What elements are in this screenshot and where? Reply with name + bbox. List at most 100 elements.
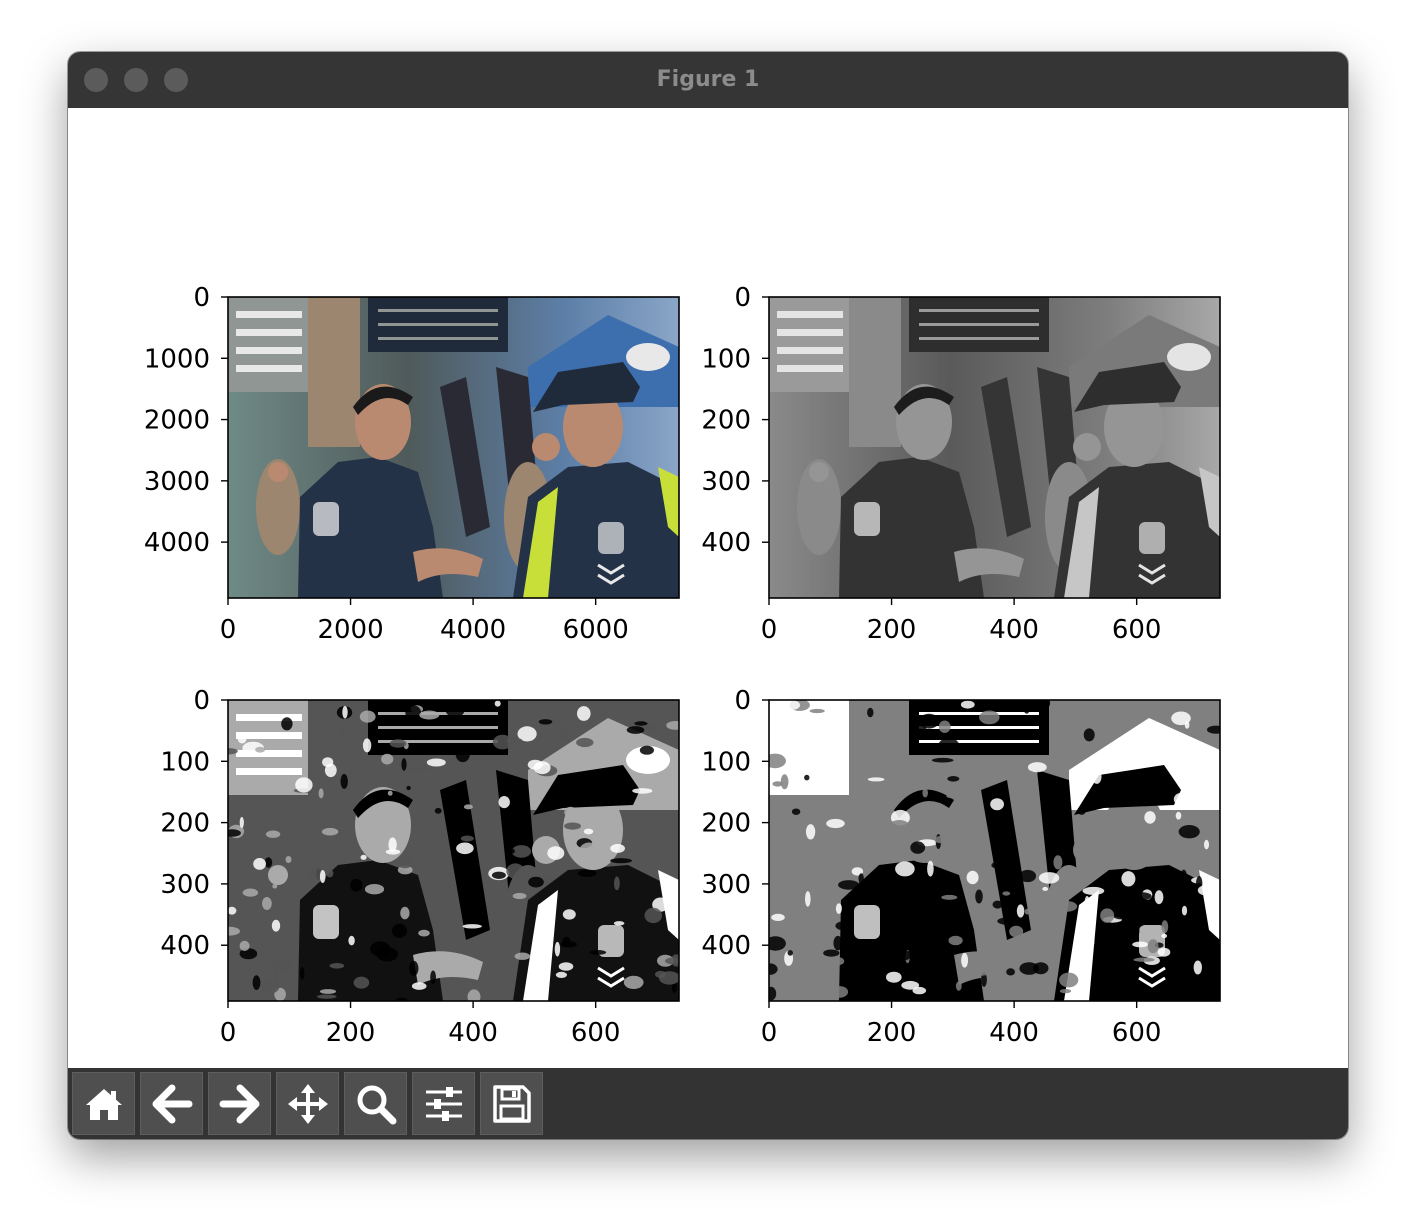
photo-posterize-patch: [387, 790, 393, 796]
photo-posterize-patch: [562, 909, 576, 920]
photo-posterize-patch: [1173, 792, 1189, 806]
y-tick-label: 400: [701, 931, 751, 961]
subplot-axes[interactable]: 0 2000 4000 6000 0 1000 2000 3000 4000: [144, 283, 680, 645]
photo-posterize-patch: [941, 894, 958, 900]
photo-posterize-patch: [1166, 852, 1182, 865]
photo-posterize-patch: [510, 848, 515, 854]
navigation-toolbar: [68, 1068, 1348, 1139]
photo-bystander-head: [532, 433, 560, 461]
photo-posterize-patch: [1024, 908, 1030, 915]
photo-posterize-patch: [1168, 928, 1185, 938]
photo-facade-line: [919, 740, 1039, 743]
photo-posterize-patch: [316, 994, 337, 999]
photo-posterize-patch: [228, 829, 241, 837]
x-tick-label: 0: [220, 615, 237, 645]
photo-officer-left-badge: [313, 905, 339, 939]
photo-posterize-patch: [979, 710, 1000, 725]
photo-posterize-patch: [895, 838, 910, 843]
photo-posterize-patch: [791, 808, 801, 815]
photo-posterize-patch: [1171, 711, 1191, 726]
photo-posterize-patch: [271, 958, 292, 972]
zoom-button[interactable]: [344, 1072, 407, 1135]
forward-button[interactable]: [208, 1072, 271, 1135]
x-tick-label: 4000: [440, 615, 506, 645]
photo-posterize-patch: [564, 806, 577, 818]
y-tick-label: 100: [160, 747, 210, 777]
photo-posterize-patch: [321, 827, 339, 836]
photo-facade-line: [378, 337, 498, 340]
back-button[interactable]: [140, 1072, 203, 1135]
save-button[interactable]: [480, 1072, 543, 1135]
photo-posterize-patch: [271, 919, 281, 932]
photo-posterize-patch: [769, 802, 781, 812]
y-tick-label: 200: [160, 809, 210, 839]
photo-officer-left-badge: [313, 502, 339, 536]
photo-posterize-patch: [463, 804, 473, 810]
photo-posterize-patch: [338, 727, 344, 738]
photo-posterize-patch: [381, 753, 394, 765]
subplot-image: [228, 700, 679, 1001]
photo-posterize-patch: [1132, 892, 1152, 901]
photo-posterize-patch: [1019, 869, 1037, 883]
photo-window-stripe: [236, 311, 302, 318]
photo-window-stripe: [777, 329, 843, 336]
home-button[interactable]: [72, 1072, 135, 1135]
photo-posterize-patch: [849, 741, 862, 751]
photo-posterize-patch: [1036, 700, 1051, 710]
arrow-left-icon: [152, 1084, 192, 1123]
photo-posterize-patch: [1157, 947, 1171, 957]
photo-posterize-patch: [249, 758, 264, 768]
configure-subplots-button[interactable]: [412, 1072, 475, 1135]
y-tick-label: 3000: [144, 467, 210, 497]
photo-posterize-patch: [990, 798, 1004, 811]
photo-posterize-patch: [938, 720, 951, 733]
photo-posterize-patch: [239, 816, 244, 829]
photo-posterize-patch: [1181, 905, 1188, 916]
photo-posterize-patch: [419, 710, 440, 720]
y-tick-label: 100: [701, 747, 751, 777]
figure-canvas[interactable]: 0 2000 4000 6000 0 1000 2000 3000 4000 0 200 400 600…: [68, 108, 1348, 1068]
subplot-axes[interactable]: 0 200 400 600 0 100 200 300 400: [701, 283, 1221, 645]
pan-button[interactable]: [276, 1072, 339, 1135]
photo-posterize-patch: [400, 906, 410, 920]
x-tick-label: 600: [1112, 615, 1162, 645]
photo-posterize-patch: [329, 963, 345, 969]
photo-posterize-patch: [626, 726, 645, 734]
subplot-axes[interactable]: 0 200 400 600 0 100 200 300 400: [701, 686, 1230, 1048]
photo-posterize-patch: [771, 913, 785, 921]
x-tick-label: 200: [867, 615, 917, 645]
photo-posterize-patch: [634, 721, 648, 726]
photo-posterize-patch: [353, 976, 370, 989]
photo-posterize-patch: [927, 860, 934, 877]
photo-window-stripe: [236, 347, 302, 354]
photo-posterize-patch: [901, 980, 920, 990]
photo-posterize-patch: [1038, 872, 1060, 884]
photo-posterize-patch: [895, 861, 915, 877]
photo-posterize-patch: [237, 733, 247, 744]
photo-posterize-patch: [998, 810, 1010, 823]
photo-posterize-patch: [409, 767, 431, 772]
photo-posterize-patch: [1161, 920, 1169, 934]
subplot-axes[interactable]: 0 200 400 600 0 100 200 300 400: [160, 686, 683, 1048]
photo-posterize-patch: [992, 900, 1003, 909]
sliders-icon: [425, 1086, 462, 1121]
photo-posterize-patch: [833, 935, 843, 951]
photo-posterize-patch: [1133, 957, 1155, 962]
photo-bystander-head: [809, 462, 829, 482]
photo-posterize-patch: [1077, 806, 1086, 815]
y-tick-label: 300: [701, 870, 751, 900]
photo-posterize-patch: [1027, 762, 1047, 773]
photo-window-stripe: [777, 732, 843, 739]
photo-posterize-patch: [405, 705, 422, 720]
photo-posterize-patch: [322, 757, 334, 767]
title-bar[interactable]: Figure 1: [68, 52, 1348, 108]
photo-posterize-patch: [1160, 960, 1178, 967]
photo-window-stripe: [777, 347, 843, 354]
photo-posterize-patch: [350, 878, 363, 892]
photo-facade-line: [919, 726, 1039, 729]
photo-posterize-patch: [359, 710, 376, 723]
subplot-image: [769, 700, 1220, 1001]
x-tick-label: 400: [448, 1018, 498, 1048]
y-tick-label: 400: [701, 528, 751, 558]
photo-posterize-patch: [831, 986, 849, 998]
